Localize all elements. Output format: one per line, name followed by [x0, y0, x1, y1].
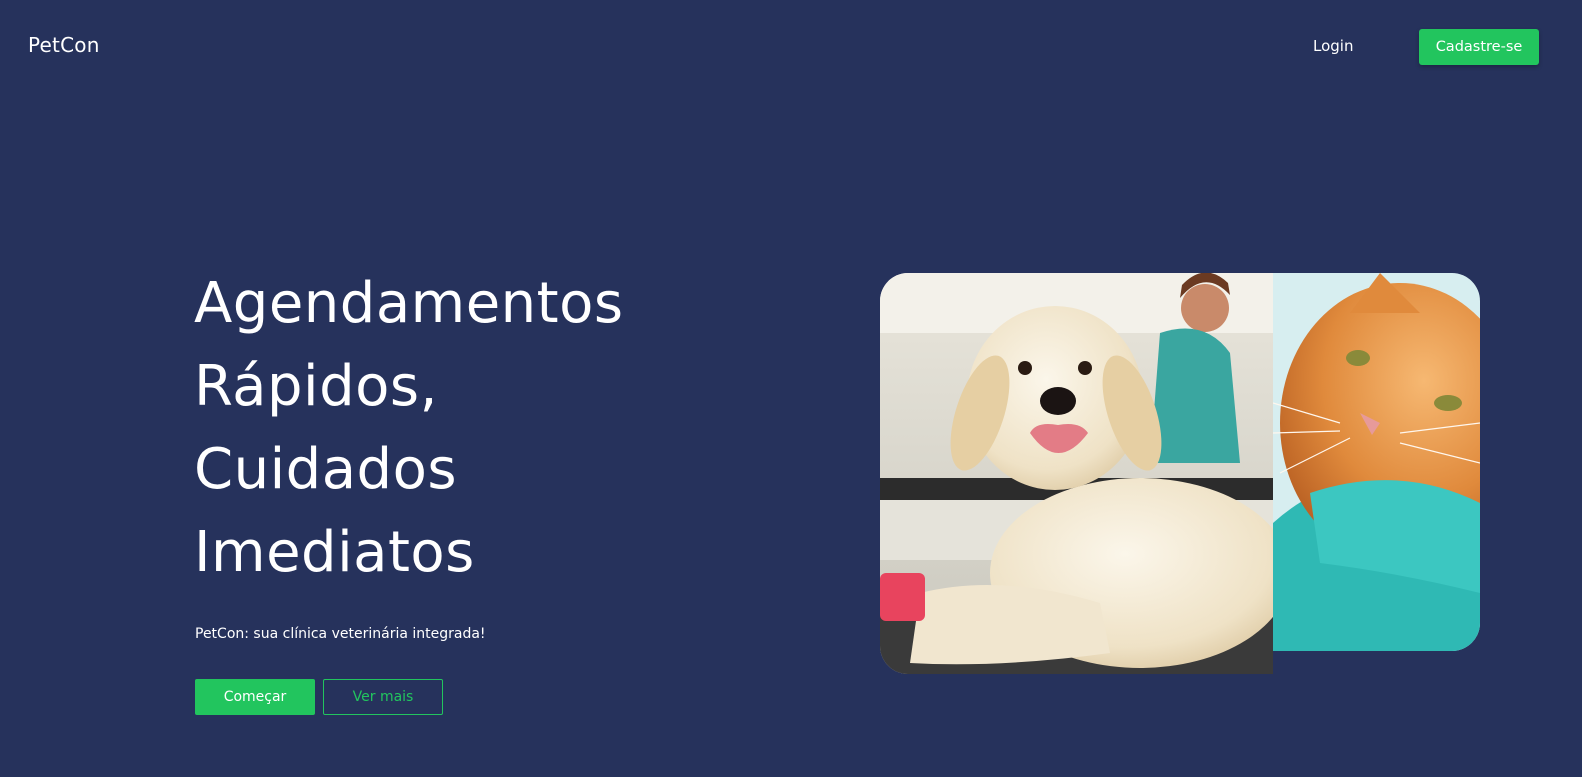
hero-title-line-2: Rápidos, — [194, 354, 438, 419]
top-navbar: PetCon Login Cadastre-se — [0, 0, 1582, 94]
see-more-button[interactable]: Ver mais — [323, 679, 443, 715]
hero-tagline: PetCon: sua clínica veterinária integrad… — [195, 626, 486, 642]
brand-logo[interactable]: PetCon — [28, 33, 100, 57]
hero-title-line-1: Agendamentos — [194, 271, 624, 336]
hero-photo — [880, 273, 1480, 674]
hero-title-line-4: Imediatos — [194, 520, 475, 585]
hero-title-line-3: Cuidados — [194, 437, 457, 502]
start-button[interactable]: Começar — [195, 679, 315, 715]
hero-title: Agendamentos Rápidos, Cuidados Imediatos — [194, 262, 624, 594]
signup-button[interactable]: Cadastre-se — [1419, 29, 1539, 65]
login-link[interactable]: Login — [1313, 37, 1353, 55]
